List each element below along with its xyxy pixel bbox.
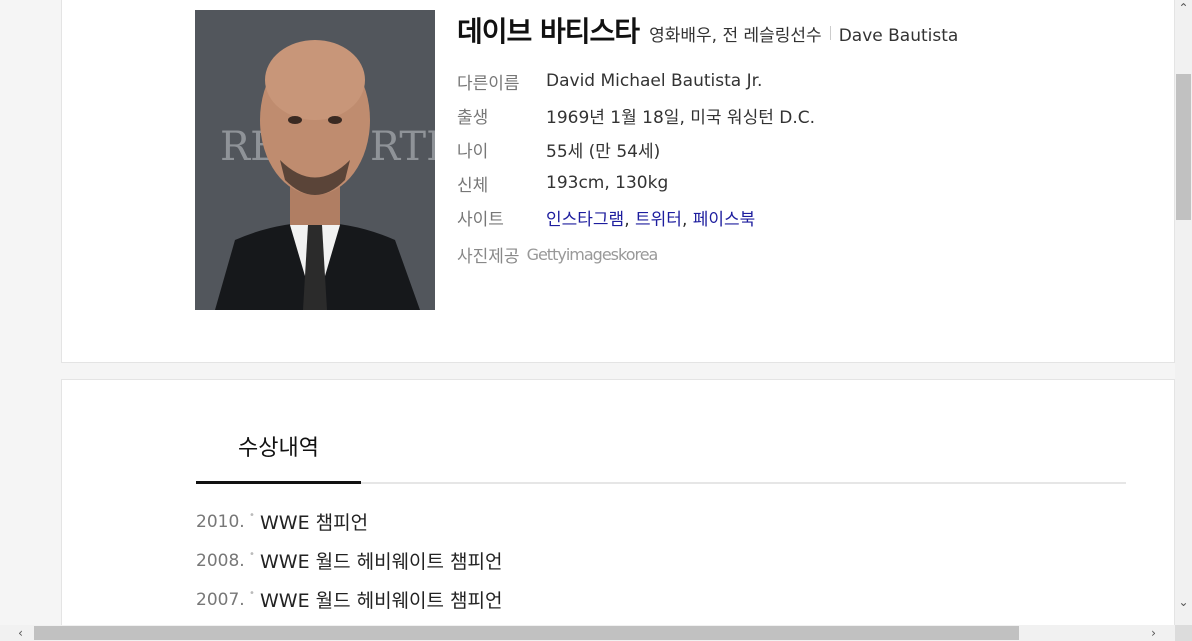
site-links: 인스타그램, 트위터, 페이스북 <box>546 205 755 230</box>
divider <box>829 26 831 40</box>
horizontal-scroll-thumb[interactable] <box>34 626 1019 640</box>
row-value: 1969년 1월 18일, 미국 워싱턴 D.C. <box>546 107 816 128</box>
title-row: 데이브 바티스타 영화배우, 전 레슬링선수 Dave Bautista <box>457 10 958 50</box>
link-separator: , <box>681 209 693 230</box>
scroll-right-icon[interactable]: › <box>1145 625 1162 641</box>
facebook-link[interactable]: 페이스북 <box>693 210 756 230</box>
vertical-scroll-thumb[interactable] <box>1176 74 1191 220</box>
svg-text:RTIN: RTIN <box>370 124 435 170</box>
row-value: David Michael Bautista Jr. <box>546 71 763 91</box>
scroll-up-icon[interactable]: ⌃ <box>1175 0 1192 17</box>
profile-info: 데이브 바티스타 영화배우, 전 레슬링선수 Dave Bautista 다른이… <box>457 10 958 267</box>
english-name: Dave Bautista <box>838 26 959 46</box>
award-title: WWE 챔피언 <box>260 512 369 534</box>
photo-credit: 사진제공 Gettyimageskorea <box>457 242 958 267</box>
info-rows: 다른이름 David Michael Bautista Jr. 출생 1969년… <box>457 64 958 234</box>
row-label: 출생 <box>457 107 489 128</box>
info-row-aliases: 다른이름 David Michael Bautista Jr. <box>457 64 958 98</box>
profile-photo[interactable]: RE RTIN <box>195 10 435 310</box>
info-row-birth: 출생 1969년 1월 18일, 미국 워싱턴 D.C. <box>457 98 958 132</box>
row-label: 다른이름 <box>457 73 520 94</box>
row-value: 193cm, 130kg <box>546 173 669 193</box>
awards-tabbar: 수상내역 <box>196 410 1126 484</box>
horizontal-scrollbar[interactable]: ‹ › <box>0 625 1175 641</box>
awards-card: 수상내역 2010. • WWE 챔피언 2008. • WWE 월드 헤비웨이… <box>61 379 1175 625</box>
tab-awards[interactable]: 수상내역 <box>196 410 361 484</box>
scrollbar-corner <box>1175 625 1192 641</box>
person-photo-icon: RE RTIN <box>195 10 435 310</box>
photo-credit-source: Gettyimageskorea <box>526 245 659 264</box>
list-item: 2010. • WWE 챔피언 <box>196 502 503 541</box>
occupation: 영화배우, 전 레슬링선수 <box>649 26 822 46</box>
link-separator: , <box>624 209 636 230</box>
bullet-icon: • <box>249 510 255 521</box>
row-value: 55세 (만 54세) <box>546 141 661 162</box>
info-row-site: 사이트 인스타그램, 트위터, 페이스북 <box>457 200 958 234</box>
row-label: 사이트 <box>457 209 504 230</box>
vertical-scrollbar[interactable]: ⌃ ⌄ <box>1175 0 1192 625</box>
bullet-icon: • <box>249 549 255 560</box>
twitter-link[interactable]: 트위터 <box>635 210 682 230</box>
info-row-age: 나이 55세 (만 54세) <box>457 132 958 166</box>
photo-credit-label: 사진제공 <box>457 247 520 267</box>
award-year: 2008. <box>196 550 245 571</box>
scroll-left-icon[interactable]: ‹ <box>12 625 29 641</box>
award-list: 2010. • WWE 챔피언 2008. • WWE 월드 헤비웨이트 챔피언… <box>196 502 503 619</box>
scroll-down-icon[interactable]: ⌄ <box>1175 594 1192 611</box>
award-title: WWE 월드 헤비웨이트 챔피언 <box>260 590 503 612</box>
award-title: WWE 월드 헤비웨이트 챔피언 <box>260 551 503 573</box>
instagram-link[interactable]: 인스타그램 <box>546 210 624 230</box>
person-name: 데이브 바티스타 <box>457 15 640 48</box>
row-label: 신체 <box>457 175 489 196</box>
award-year: 2007. <box>196 589 245 610</box>
row-label: 나이 <box>457 141 489 162</box>
list-item: 2008. • WWE 월드 헤비웨이트 챔피언 <box>196 541 503 580</box>
list-item: 2007. • WWE 월드 헤비웨이트 챔피언 <box>196 580 503 619</box>
page-viewport: RE RTIN 데이브 바티스타 영화배우, 전 레슬링선수 Dave Baut… <box>0 0 1175 625</box>
award-year: 2010. <box>196 511 245 532</box>
info-row-body: 신체 193cm, 130kg <box>457 166 958 200</box>
bullet-icon: • <box>249 588 255 599</box>
